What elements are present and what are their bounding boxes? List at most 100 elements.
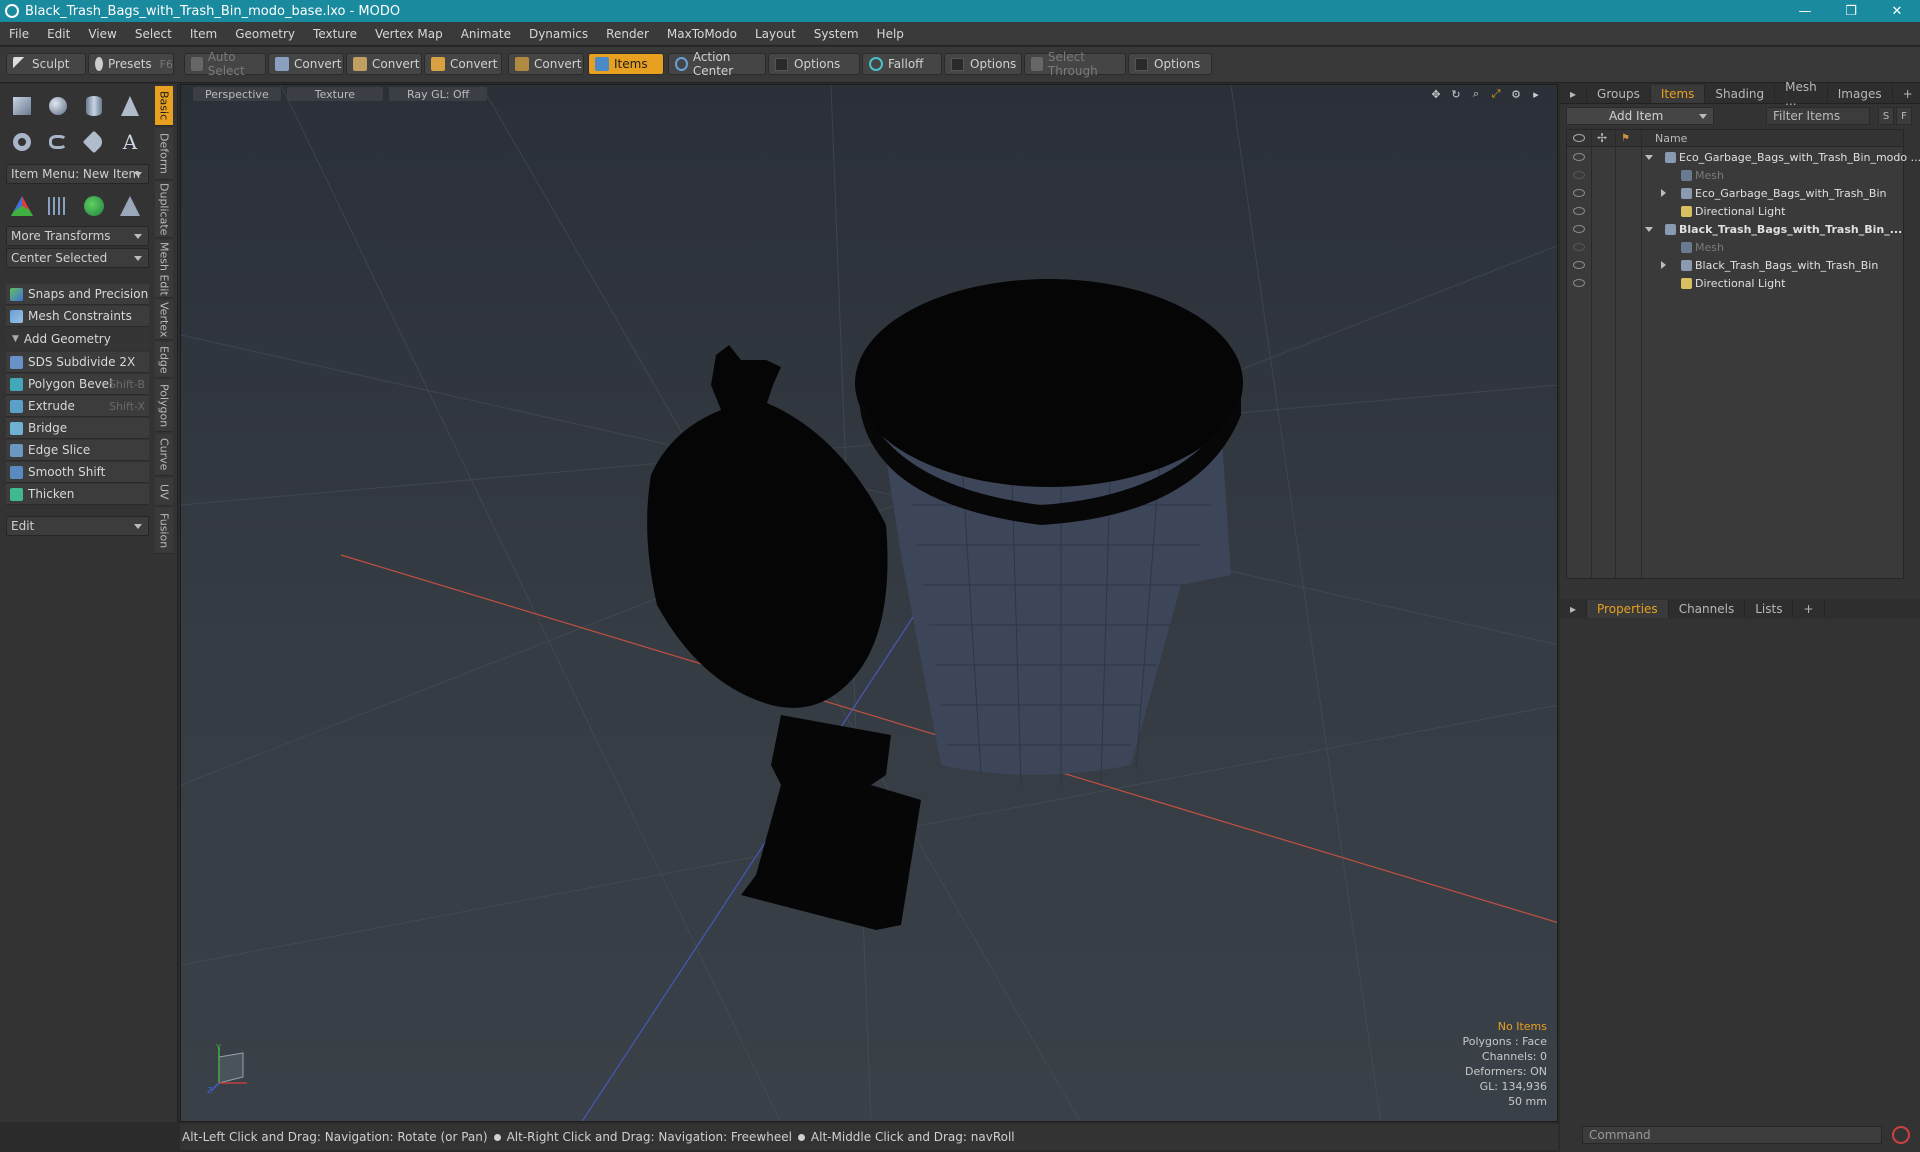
vtab-vertex[interactable]: Vertex <box>155 300 173 340</box>
visibility-eye-icon[interactable] <box>1573 279 1585 287</box>
visibility-eye-icon[interactable] <box>1573 243 1585 251</box>
tree-row[interactable]: Mesh <box>1567 238 1903 256</box>
tab-lists[interactable]: Lists <box>1745 600 1794 618</box>
lock-column-icon[interactable]: ✢ <box>1597 131 1607 145</box>
menu-help[interactable]: Help <box>868 27 913 41</box>
tab-properties[interactable]: Properties <box>1587 600 1669 618</box>
convert-vertices-button[interactable]: Convert <box>268 53 344 75</box>
menu-texture[interactable]: Texture <box>304 27 366 41</box>
pan-icon[interactable]: ✥ <box>1429 87 1443 101</box>
action-center-button[interactable]: Action Center <box>668 50 766 78</box>
visibility-column-icon[interactable] <box>1573 134 1585 142</box>
tab-shading[interactable]: Shading <box>1705 84 1776 103</box>
options-checkbox[interactable] <box>1135 57 1148 71</box>
convert-materials-button[interactable]: Convert <box>508 53 584 75</box>
visibility-eye-icon[interactable] <box>1573 171 1585 179</box>
menu-item[interactable]: Item <box>181 27 226 41</box>
tab-items[interactable]: Items <box>1650 84 1706 103</box>
text-icon[interactable]: A <box>114 126 146 158</box>
name-column-header[interactable]: Name <box>1655 132 1687 145</box>
record-command-icon[interactable] <box>1892 1126 1910 1144</box>
visibility-eye-icon[interactable] <box>1573 225 1585 233</box>
snaps-precision-button[interactable]: Snaps and Precision <box>6 284 149 305</box>
vtab-polygon[interactable]: Polygon <box>155 380 173 432</box>
filter-items-input[interactable]: Filter Items <box>1766 107 1870 125</box>
globe-icon[interactable] <box>78 190 110 222</box>
convert-polygons-button[interactable]: Convert <box>424 53 502 75</box>
options-checkbox[interactable] <box>951 57 964 71</box>
maximize-button[interactable]: ❐ <box>1828 0 1874 22</box>
trash-bag-tied-model[interactable] <box>647 345 888 708</box>
menu-animate[interactable]: Animate <box>452 27 520 41</box>
chevron-right-icon[interactable]: ▸ <box>1529 87 1543 101</box>
menu-system[interactable]: System <box>805 27 868 41</box>
tool-bridge[interactable]: Bridge <box>6 418 149 439</box>
trash-bin-model[interactable] <box>855 279 1243 787</box>
vtab-deform[interactable]: Deform <box>155 128 173 180</box>
visibility-eye-icon[interactable] <box>1573 261 1585 269</box>
options-checkbox[interactable] <box>775 57 788 71</box>
auto-select-button[interactable]: Auto Select <box>184 50 266 78</box>
grid-icon[interactable] <box>42 190 74 222</box>
vtab-edge[interactable]: Edge <box>155 342 173 378</box>
convert-edges-button[interactable]: Convert <box>346 53 422 75</box>
tree-row[interactable]: Directional Light <box>1567 202 1903 220</box>
tab-mesh[interactable]: Mesh ... <box>1775 80 1828 108</box>
cone-icon[interactable] <box>114 90 146 122</box>
vtab-duplicate[interactable]: Duplicate <box>155 182 173 238</box>
tool-polygon-bevel[interactable]: Polygon Bevel Shift-B <box>6 374 149 395</box>
tree-row[interactable]: Mesh <box>1567 166 1903 184</box>
panel-menu-icon[interactable]: ▸ <box>1560 600 1588 618</box>
zoom-icon[interactable]: ⌕ <box>1469 87 1483 101</box>
visibility-eye-icon[interactable] <box>1573 207 1585 215</box>
sculpt-button[interactable]: Sculpt <box>6 53 86 75</box>
menu-layout[interactable]: Layout <box>746 27 805 41</box>
more-transforms-dropdown[interactable]: More Transforms <box>6 226 149 246</box>
add-tab-icon[interactable]: + <box>1893 85 1920 103</box>
visibility-eye-icon[interactable] <box>1573 189 1585 197</box>
panel-menu-icon[interactable]: ▸ <box>1560 84 1588 103</box>
center-selected-dropdown[interactable]: Center Selected <box>6 248 149 268</box>
tab-channels[interactable]: Channels <box>1669 600 1746 618</box>
vtab-fusion[interactable]: Fusion <box>155 508 173 554</box>
tab-images[interactable]: Images <box>1828 84 1893 103</box>
pyramid-grid-icon[interactable] <box>114 190 146 222</box>
pen-icon[interactable] <box>78 126 110 158</box>
presets-button[interactable]: Presets F6 <box>88 53 174 75</box>
add-item-dropdown[interactable]: Add Item <box>1566 107 1714 125</box>
sphere-icon[interactable] <box>42 90 74 122</box>
menu-file[interactable]: File <box>0 27 38 41</box>
expand-down-icon[interactable] <box>1645 154 1653 160</box>
vtab-curve[interactable]: Curve <box>155 434 173 476</box>
expand-right-icon[interactable] <box>1661 189 1666 197</box>
torus-icon[interactable] <box>6 126 38 158</box>
select-through-button[interactable]: Select Through <box>1024 50 1126 78</box>
menu-geometry[interactable]: Geometry <box>226 27 304 41</box>
rotate-icon[interactable]: ↻ <box>1449 87 1463 101</box>
maximize-viewport-icon[interactable]: ⤢ <box>1489 87 1503 101</box>
menu-dynamics[interactable]: Dynamics <box>520 27 597 41</box>
menu-edit[interactable]: Edit <box>38 27 79 41</box>
gear-icon[interactable]: ⚙ <box>1509 87 1523 101</box>
add-geometry-header[interactable]: ▼ Add Geometry <box>6 329 149 349</box>
tool-smooth-shift[interactable]: Smooth Shift <box>6 462 149 483</box>
3d-viewport[interactable]: Perspective Texture Ray GL: Off ✥ ↻ ⌕ ⤢ … <box>180 84 1558 1122</box>
menu-view[interactable]: View <box>79 27 125 41</box>
expand-right-icon[interactable] <box>1661 261 1666 269</box>
expand-down-icon[interactable] <box>1645 226 1653 232</box>
view-type-perspective[interactable]: Perspective <box>193 87 281 101</box>
f-filter-button[interactable]: F <box>1896 107 1912 125</box>
menu-render[interactable]: Render <box>597 27 658 41</box>
tab-groups[interactable]: Groups <box>1587 84 1651 103</box>
action-center-options-button[interactable]: Options <box>768 53 860 75</box>
tool-edge-slice[interactable]: Edge Slice <box>6 440 149 461</box>
s-filter-button[interactable]: S <box>1878 107 1894 125</box>
vtab-uv[interactable]: UV <box>155 478 173 506</box>
tool-thicken[interactable]: Thicken <box>6 484 149 505</box>
falloff-button[interactable]: Falloff <box>862 53 942 75</box>
menu-select[interactable]: Select <box>126 27 181 41</box>
select-through-options-button[interactable]: Options <box>1128 53 1212 75</box>
tree-row[interactable]: Directional Light <box>1567 274 1903 292</box>
vtab-basic[interactable]: Basic <box>155 86 173 126</box>
tree-row[interactable]: Black_Trash_Bags_with_Trash_Bin_... <box>1567 220 1903 238</box>
